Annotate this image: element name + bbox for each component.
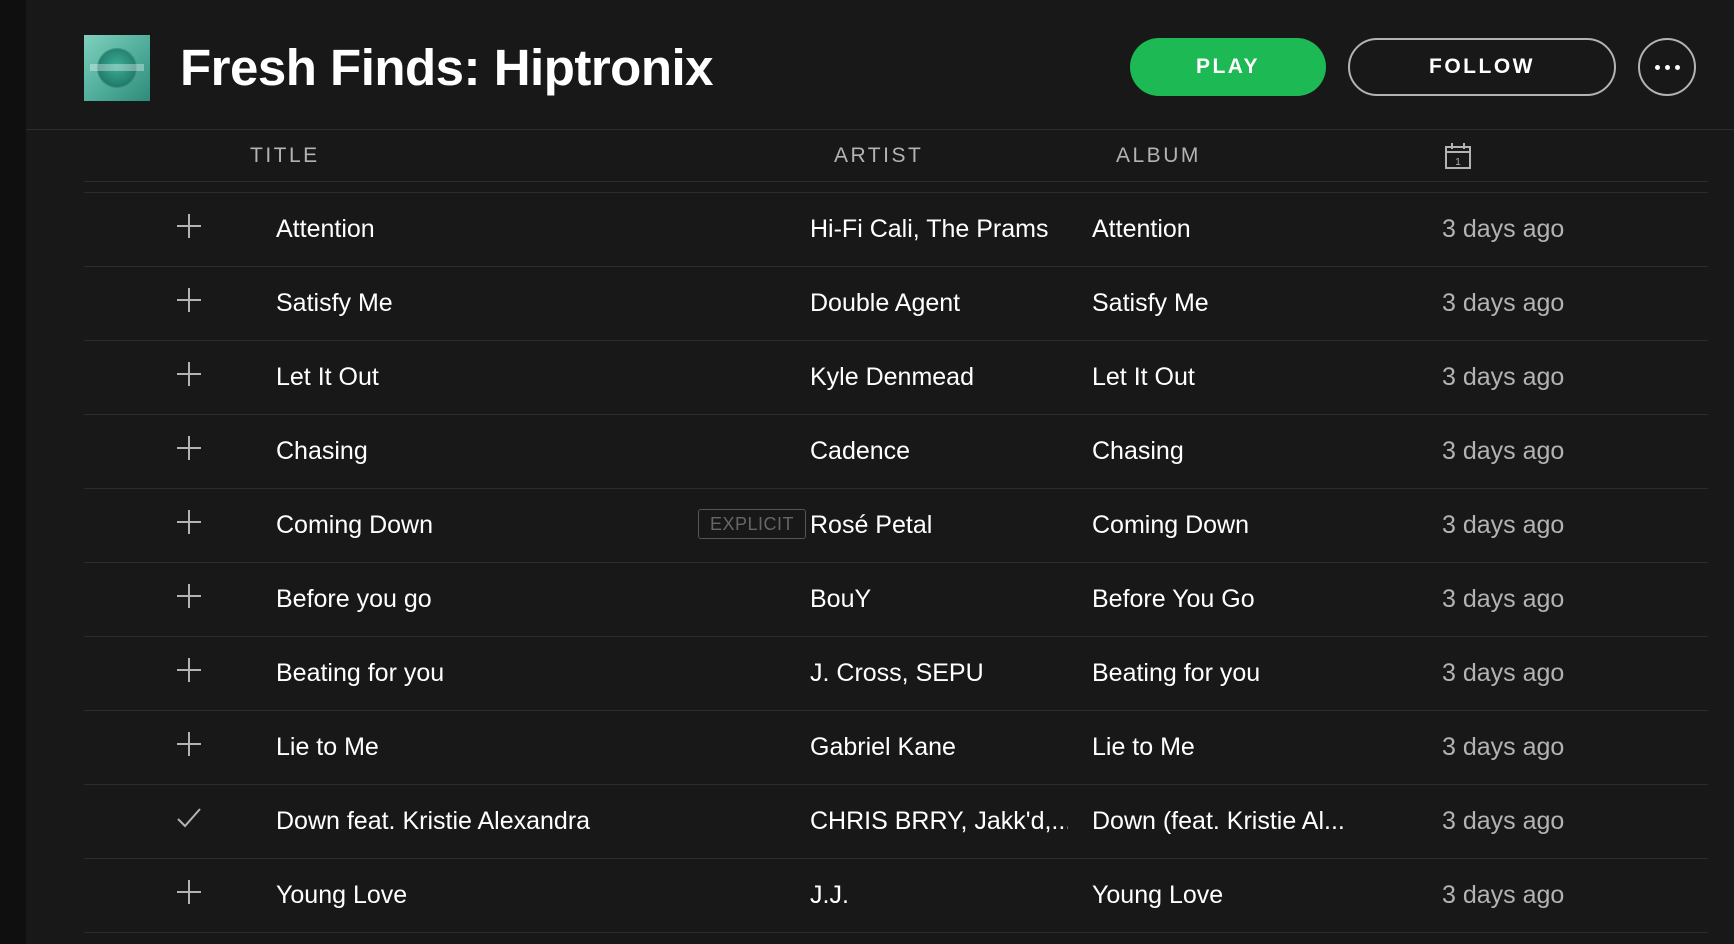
track-album[interactable]: Before You Go xyxy=(1092,563,1362,636)
track-row[interactable]: Lie to Me Gabriel Kane Lie to Me 3 days ago xyxy=(84,711,1708,785)
track-title: Beating for you xyxy=(276,659,445,687)
track-artist[interactable]: Gabriel Kane xyxy=(810,711,1068,784)
checkmark-icon[interactable] xyxy=(176,805,202,831)
column-title[interactable]: TITLE xyxy=(250,144,320,168)
add-icon[interactable] xyxy=(176,213,202,239)
more-options-button[interactable] xyxy=(1638,38,1696,96)
add-icon[interactable] xyxy=(176,361,202,387)
track-date-added: 3 days ago xyxy=(1442,807,1565,835)
track-row[interactable]: Before you go BouY Before You Go 3 days ago xyxy=(84,563,1708,637)
track-date-added: 3 days ago xyxy=(1442,289,1565,317)
left-sidebar-edge xyxy=(0,0,26,944)
track-artist[interactable]: CHRIS BRRY, Jakk'd,... xyxy=(810,785,1068,858)
track-title: Lie to Me xyxy=(276,733,379,761)
add-icon[interactable] xyxy=(176,435,202,461)
column-artist[interactable]: ARTIST xyxy=(834,144,923,168)
playlist-header: Fresh Finds: Hiptronix PLAY FOLLOW xyxy=(26,0,1734,130)
track-row[interactable]: Coming Down Rosé Petal Coming Down 3 days a… xyxy=(84,489,1708,563)
track-artist[interactable]: Double Agent xyxy=(810,267,1068,340)
tracklist: Attention Hi-Fi Cali, The Prams Attention 3… xyxy=(84,192,1708,933)
svg-text:1: 1 xyxy=(1455,157,1461,168)
track-row[interactable]: Chasing Cadence Chasing 3 days ago xyxy=(84,415,1708,489)
track-artist[interactable]: BouY xyxy=(810,563,1068,636)
track-date-added: 3 days ago xyxy=(1442,881,1565,909)
track-album[interactable]: Lie to Me xyxy=(1092,711,1362,784)
track-artist[interactable]: J. Cross, SEPU xyxy=(810,637,1068,710)
track-row[interactable]: Satisfy Me Double Agent Satisfy Me 3 days a… xyxy=(84,267,1708,341)
track-row[interactable]: Let It Out Kyle Denmead Let It Out 3 days a… xyxy=(84,341,1708,415)
track-date-added: 3 days ago xyxy=(1442,215,1565,243)
track-title: Coming Down xyxy=(276,511,434,539)
playlist-view: Fresh Finds: Hiptronix PLAY FOLLOW TITLE… xyxy=(26,0,1734,944)
track-row[interactable]: Attention Hi-Fi Cali, The Prams Attention 3… xyxy=(84,193,1708,267)
follow-button[interactable]: FOLLOW xyxy=(1348,38,1616,96)
track-date-added: 3 days ago xyxy=(1442,363,1565,391)
track-album[interactable]: Attention xyxy=(1092,193,1362,266)
track-date-added: 3 days ago xyxy=(1442,733,1565,761)
playlist-cover-art[interactable] xyxy=(84,35,150,101)
track-title: Attention xyxy=(276,215,375,243)
track-date-added: 3 days ago xyxy=(1442,659,1565,687)
column-album[interactable]: ALBUM xyxy=(1116,144,1201,168)
track-artist[interactable]: Cadence xyxy=(810,415,1068,488)
add-icon[interactable] xyxy=(176,583,202,609)
add-icon[interactable] xyxy=(176,731,202,757)
add-icon[interactable] xyxy=(176,287,202,313)
track-title: Before you go xyxy=(276,585,432,613)
track-album[interactable]: Satisfy Me xyxy=(1092,267,1362,340)
track-album[interactable]: Chasing xyxy=(1092,415,1362,488)
track-artist[interactable]: J.J. xyxy=(810,859,1068,932)
track-artist[interactable]: Kyle Denmead xyxy=(810,341,1068,414)
playlist-title: Fresh Finds: Hiptronix xyxy=(180,39,714,96)
track-row[interactable]: Beating for you J. Cross, SEPU Beating for… xyxy=(84,637,1708,711)
track-artist[interactable]: Hi-Fi Cali, The Prams xyxy=(810,193,1068,266)
track-album[interactable]: Beating for you xyxy=(1092,637,1362,710)
track-album[interactable]: Let It Out xyxy=(1092,341,1362,414)
explicit-badge: EXPLICIT xyxy=(698,509,807,539)
track-row[interactable]: Down feat. Kristie Alexandra CHRIS BRRY, … xyxy=(84,785,1708,859)
track-artist[interactable]: Rosé Petal xyxy=(810,489,1068,562)
track-album[interactable]: Young Love xyxy=(1092,859,1362,932)
track-album[interactable]: Coming Down xyxy=(1092,489,1362,562)
track-date-added: 3 days ago xyxy=(1442,437,1565,465)
track-album[interactable]: Down (feat. Kristie Al... xyxy=(1092,785,1362,858)
add-icon[interactable] xyxy=(176,657,202,683)
track-row[interactable]: Young Love J.J. Young Love 3 days ago xyxy=(84,859,1708,933)
track-title: Down feat. Kristie Alexandra xyxy=(276,807,591,835)
ellipsis-icon xyxy=(1654,64,1680,70)
track-title: Let It Out xyxy=(276,363,379,391)
add-icon[interactable] xyxy=(176,509,202,535)
play-button[interactable]: PLAY xyxy=(1130,38,1326,96)
track-date-added: 3 days ago xyxy=(1442,511,1565,539)
track-title: Chasing xyxy=(276,437,368,465)
add-icon[interactable] xyxy=(176,879,202,905)
track-date-added: 3 days ago xyxy=(1442,585,1565,613)
track-title: Young Love xyxy=(276,881,408,909)
calendar-icon[interactable]: 1 xyxy=(1444,142,1472,170)
track-title: Satisfy Me xyxy=(276,289,393,317)
cover-band-graphic xyxy=(90,64,144,71)
tracklist-header: TITLE ARTIST ALBUM 1 xyxy=(84,130,1708,182)
